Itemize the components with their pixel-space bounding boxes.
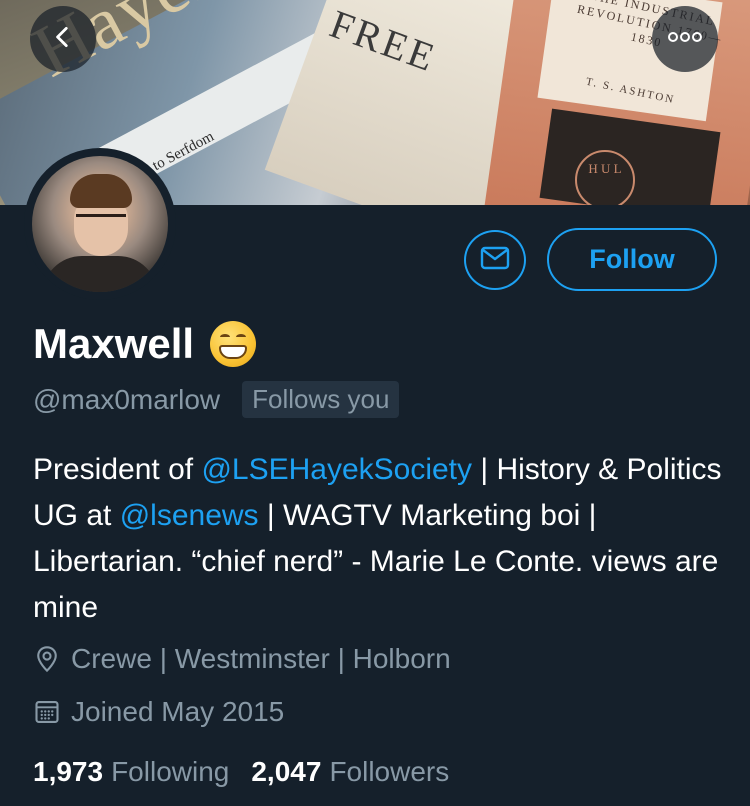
location-text: Crewe | Westminster | Holborn [71, 643, 451, 674]
location-row: Crewe | Westminster | Holborn [33, 643, 451, 675]
follow-button[interactable]: Follow [547, 228, 717, 291]
profile-bio: President of @LSEHayekSociety | History … [33, 447, 723, 631]
more-options-button[interactable] [652, 6, 718, 72]
message-button[interactable] [464, 230, 526, 290]
calendar-icon [33, 698, 61, 726]
following-link[interactable]: 1,973 Following [33, 756, 229, 788]
bio-text: President of [33, 453, 202, 486]
followers-label: Followers [329, 756, 450, 787]
avatar[interactable] [24, 148, 176, 300]
envelope-icon [480, 246, 510, 275]
following-label: Following [111, 756, 230, 787]
bio-mention-lsehayeksociety[interactable]: @LSEHayekSociety [201, 453, 472, 486]
back-button[interactable] [30, 6, 96, 72]
follows-you-badge: Follows you [242, 381, 400, 418]
location-pin-icon [33, 645, 61, 673]
follow-stats: 1,973 Following 2,047 Followers [33, 756, 449, 788]
more-dots-icon [667, 30, 703, 48]
banner-book-industrial-logo: H U L [575, 150, 635, 205]
bio-mention-lsenews[interactable]: @lsenews [120, 499, 259, 532]
user-handle: @max0marlow [33, 383, 221, 415]
followers-link[interactable]: 2,047 Followers [251, 756, 449, 788]
joined-row: Joined May 2015 [33, 696, 284, 728]
avatar-hair [70, 174, 132, 208]
avatar-body [42, 256, 158, 292]
followers-count: 2,047 [251, 756, 322, 787]
avatar-photo [32, 156, 168, 292]
following-count: 1,973 [33, 756, 104, 787]
display-name: Maxwell [33, 320, 195, 367]
grinning-face-icon [210, 321, 257, 367]
handle-row: @max0marlow Follows you [33, 381, 400, 418]
joined-text: Joined May 2015 [71, 696, 285, 727]
chevron-left-icon [50, 24, 76, 55]
display-name-row: Maxwell [33, 320, 257, 368]
avatar-glasses [76, 214, 126, 228]
